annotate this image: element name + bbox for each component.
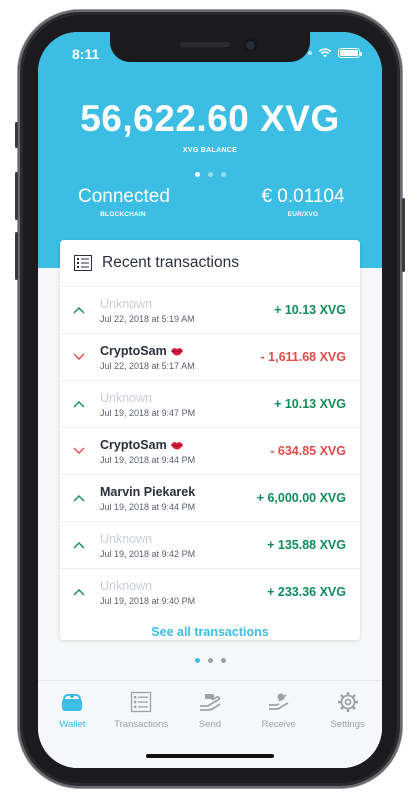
lips-icon bbox=[170, 441, 183, 449]
wallet-icon bbox=[62, 694, 83, 711]
transaction-row[interactable]: CryptoSam Jul 22, 2018 at 5:17 AM - 1,611.… bbox=[60, 333, 360, 380]
wifi-icon bbox=[318, 48, 332, 58]
tab-wallet[interactable]: Wallet bbox=[38, 691, 107, 768]
arrow-up-icon bbox=[73, 401, 85, 408]
transaction-date: Jul 19, 2018 at 9:44 PM bbox=[100, 501, 196, 512]
transaction-amount: - 1,611.68 XVG bbox=[260, 350, 346, 364]
transaction-amount: - 634.85 XVG bbox=[270, 444, 346, 458]
speaker-grille bbox=[180, 42, 230, 47]
balance-amount: 56,622.60 XVG bbox=[80, 98, 340, 139]
exchange-rate-value: € 0.01104 bbox=[261, 186, 345, 207]
balance-label: XVG BALANCE bbox=[182, 147, 238, 154]
transaction-date: Jul 22, 2018 at 5:17 AM bbox=[100, 360, 195, 371]
transaction-name-text: Marvin Piekarek bbox=[100, 484, 196, 499]
transaction-name-text: CryptoSam bbox=[100, 437, 167, 452]
see-all-transactions-link[interactable]: See all transactions bbox=[60, 615, 360, 639]
transaction-row[interactable]: Unknown Jul 19, 2018 at 9:47 PM + 10.13 XV… bbox=[60, 380, 360, 427]
arrow-down-icon bbox=[73, 353, 85, 360]
lips-icon bbox=[170, 347, 183, 355]
page-dot[interactable] bbox=[194, 658, 200, 663]
exchange-rate: € 0.01104 EUR/XVG bbox=[258, 186, 348, 218]
send-icon bbox=[199, 694, 221, 711]
gear-icon bbox=[337, 692, 358, 712]
transaction-amount: + 135.88 XVG bbox=[267, 538, 346, 552]
transaction-amount: + 10.13 XVG bbox=[274, 303, 346, 317]
front-camera bbox=[246, 41, 255, 50]
transaction-name: Marvin Piekarek bbox=[100, 485, 257, 499]
transaction-date: Jul 22, 2018 at 5:19 AM bbox=[100, 313, 195, 324]
transaction-row[interactable]: Unknown Jul 19, 2018 at 9:42 PM + 135.88 X… bbox=[60, 521, 360, 568]
page-dot[interactable] bbox=[194, 172, 200, 177]
card-header: Recent transactions bbox=[60, 240, 360, 286]
transaction-date: Jul 19, 2018 at 9:44 PM bbox=[100, 454, 196, 465]
transaction-name-text: CryptoSam bbox=[100, 343, 167, 358]
app-screen: 8:11 56,622.60 XVG XVG BALANCE Connected… bbox=[38, 32, 382, 768]
list-icon bbox=[74, 255, 92, 271]
transaction-date: Jul 19, 2018 at 9:40 PM bbox=[100, 595, 196, 606]
volume-up-button bbox=[15, 172, 18, 220]
arrow-down-icon bbox=[73, 447, 85, 454]
transaction-row[interactable]: Unknown Jul 19, 2018 at 9:40 PM + 233.36 X… bbox=[60, 568, 360, 615]
blockchain-status: Connected BLOCKCHAIN bbox=[78, 186, 170, 218]
page-dot[interactable] bbox=[220, 172, 226, 177]
transaction-date: Jul 19, 2018 at 9:42 PM bbox=[100, 548, 196, 559]
transaction-name: CryptoSam bbox=[100, 438, 270, 452]
transaction-info: Unknown Jul 22, 2018 at 5:19 AM bbox=[100, 297, 274, 324]
page-dot[interactable] bbox=[207, 658, 213, 663]
transaction-name-text: Unknown bbox=[100, 531, 153, 546]
transaction-row[interactable]: Unknown Jul 22, 2018 at 5:19 AM + 10.13 XV… bbox=[60, 286, 360, 333]
header-page-indicator[interactable] bbox=[38, 172, 382, 177]
power-button bbox=[402, 198, 405, 272]
transaction-name: Unknown bbox=[100, 532, 267, 546]
arrow-up-icon bbox=[73, 495, 85, 502]
transaction-info: Unknown Jul 19, 2018 at 9:42 PM bbox=[100, 532, 267, 559]
transaction-name: CryptoSam bbox=[100, 344, 261, 358]
transaction-list: Unknown Jul 22, 2018 at 5:19 AM + 10.13 XV… bbox=[60, 286, 360, 615]
transaction-date: Jul 19, 2018 at 9:47 PM bbox=[100, 407, 196, 418]
transaction-amount: + 233.36 XVG bbox=[267, 585, 346, 599]
transaction-name: Unknown bbox=[100, 579, 267, 593]
page-dot[interactable] bbox=[220, 658, 226, 663]
mute-switch bbox=[15, 122, 18, 148]
exchange-rate-label: EUR/XVG bbox=[287, 211, 319, 218]
transaction-info: Marvin Piekarek Jul 19, 2018 at 9:44 PM bbox=[100, 485, 257, 512]
volume-down-button bbox=[15, 232, 18, 280]
transaction-amount: + 6,000.00 XVG bbox=[256, 491, 346, 505]
blockchain-status-value: Connected bbox=[78, 186, 170, 207]
blockchain-status-label: BLOCKCHAIN bbox=[100, 211, 146, 218]
tab-label: Wallet bbox=[59, 719, 86, 730]
tab-label: Settings bbox=[330, 719, 365, 730]
battery-icon bbox=[338, 48, 362, 58]
transaction-name-text: Unknown bbox=[100, 296, 153, 311]
arrow-up-icon bbox=[73, 542, 85, 549]
transaction-info: Unknown Jul 19, 2018 at 9:40 PM bbox=[100, 579, 267, 606]
status-time: 8:11 bbox=[72, 46, 100, 62]
receive-icon bbox=[268, 693, 289, 710]
tab-settings[interactable]: Settings bbox=[313, 691, 382, 768]
transaction-info: CryptoSam Jul 19, 2018 at 9:44 PM bbox=[100, 438, 270, 465]
card-title: Recent transactions bbox=[102, 254, 239, 271]
page-indicator[interactable] bbox=[38, 658, 382, 663]
transaction-name-text: Unknown bbox=[100, 390, 153, 405]
balance-header[interactable]: 8:11 56,622.60 XVG XVG BALANCE Connected… bbox=[38, 32, 382, 268]
tab-label: Receive bbox=[261, 719, 296, 730]
transaction-name: Unknown bbox=[100, 297, 274, 311]
notch bbox=[110, 32, 310, 62]
home-indicator[interactable] bbox=[146, 754, 274, 758]
tab-label: Transactions bbox=[114, 719, 169, 730]
transaction-name: Unknown bbox=[100, 391, 274, 405]
page-dot[interactable] bbox=[207, 172, 213, 177]
transactions-icon bbox=[131, 691, 152, 713]
recent-transactions-card: Recent transactions Unknown Jul 22, 2018 … bbox=[60, 240, 360, 640]
arrow-up-icon bbox=[73, 589, 85, 596]
transaction-name-text: Unknown bbox=[100, 578, 153, 593]
tab-label: Send bbox=[198, 719, 222, 730]
transaction-row[interactable]: CryptoSam Jul 19, 2018 at 9:44 PM - 634.85… bbox=[60, 427, 360, 474]
transaction-info: CryptoSam Jul 22, 2018 at 5:17 AM bbox=[100, 344, 261, 371]
transaction-info: Unknown Jul 19, 2018 at 9:47 PM bbox=[100, 391, 274, 418]
transaction-amount: + 10.13 XVG bbox=[274, 397, 346, 411]
transaction-row[interactable]: Marvin Piekarek Jul 19, 2018 at 9:44 PM + … bbox=[60, 474, 360, 521]
arrow-up-icon bbox=[73, 307, 85, 314]
